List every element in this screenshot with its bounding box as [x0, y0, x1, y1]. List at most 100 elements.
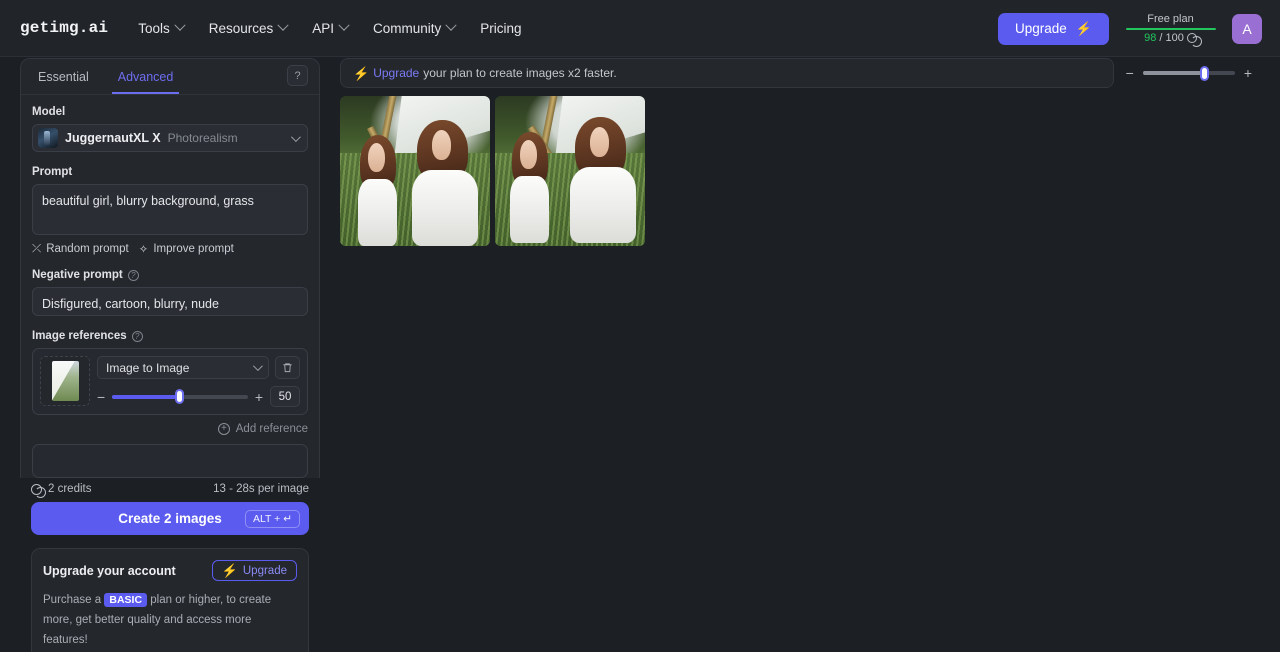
credits-row: 2 credits 13 - 28s per image	[31, 478, 309, 500]
sidebar-footer: 2 credits 13 - 28s per image Create 2 im…	[20, 478, 320, 652]
strength-increase-button[interactable]: +	[255, 389, 263, 405]
random-prompt-button[interactable]: ⤫ Random prompt	[32, 242, 129, 256]
upgrade-card-title: Upgrade your account	[43, 563, 176, 578]
create-images-label: Create 2 images	[118, 511, 222, 526]
strength-decrease-button[interactable]: −	[97, 389, 105, 405]
slider-fill	[1142, 71, 1206, 75]
strength-slider[interactable]	[112, 389, 248, 404]
figure-dress	[358, 179, 398, 246]
negative-prompt-label-text: Negative prompt	[32, 269, 123, 281]
help-icon[interactable]: ?	[287, 65, 308, 86]
model-label-text: Model	[32, 106, 66, 118]
credits-total: / 100	[1159, 32, 1184, 45]
nav-label: Resources	[208, 20, 274, 36]
reference-mode-select[interactable]: Image to Image	[97, 356, 269, 379]
image-figure-right	[564, 117, 642, 243]
strength-value-input[interactable]: 50	[270, 386, 300, 407]
header-right-cluster: Upgrade ⚡ Free plan 98 / 100 A	[998, 0, 1262, 57]
banner-upgrade-link[interactable]: ⚡ Upgrade	[353, 66, 419, 80]
plus-circle-icon: +	[217, 423, 230, 435]
trash-icon[interactable]	[275, 356, 300, 379]
nav-item-tools[interactable]: Tools	[138, 19, 186, 36]
nav-item-community[interactable]: Community	[373, 19, 457, 36]
sidebar-tabs: Essential Advanced ?	[21, 59, 319, 95]
nav-label: Tools	[138, 20, 170, 36]
avatar[interactable]: A	[1232, 13, 1262, 44]
nav-item-api[interactable]: API	[312, 19, 350, 36]
negative-prompt-label: Negative prompt ?	[32, 269, 308, 281]
chevron-down-icon	[174, 19, 186, 31]
logo[interactable]: getimg.ai	[20, 19, 108, 37]
shuffle-icon: ⤫	[32, 242, 42, 255]
negative-prompt-input[interactable]: Disfigured, cartoon, blurry, nude	[32, 287, 308, 316]
zoom-out-button[interactable]: −	[1126, 65, 1134, 81]
sparkles-icon: ✧	[138, 244, 149, 256]
figure-dress	[412, 170, 478, 246]
header-upgrade-label: Upgrade	[1015, 21, 1067, 36]
reference-thumbnail[interactable]	[40, 356, 90, 406]
image-references-label: Image references ?	[32, 330, 308, 342]
image-figure-right	[406, 120, 484, 246]
avatar-initial: A	[1242, 20, 1252, 37]
add-reference-label: Add reference	[235, 423, 308, 435]
upgrade-banner[interactable]: ⚡ Upgrade your plan to create images x2 …	[340, 58, 1114, 88]
bolt-icon: ⚡	[1075, 21, 1092, 36]
time-estimate-label: 13 - 28s per image	[213, 483, 309, 495]
plan-label: Free plan	[1147, 12, 1194, 25]
banner-upgrade-label: Upgrade	[373, 66, 420, 80]
random-prompt-label: Random prompt	[46, 243, 129, 255]
upgrade-account-card: Upgrade your account ⚡ Upgrade Purchase …	[31, 548, 309, 652]
main-nav-items: Tools Resources API Community Pricing	[138, 19, 522, 36]
partially-hidden-settings-card[interactable]	[32, 444, 308, 478]
reference-controls: Image to Image − + 50	[97, 356, 300, 407]
reference-image-preview	[51, 361, 79, 401]
credits-cost-label: 2 credits	[48, 483, 92, 495]
add-reference-button[interactable]: + Add reference	[217, 423, 308, 435]
nav-label: Community	[373, 20, 442, 36]
upgrade-card-button[interactable]: ⚡ Upgrade	[211, 560, 297, 581]
prompt-label-text: Prompt	[32, 166, 73, 178]
create-images-button[interactable]: Create 2 images ALT + ↵	[31, 502, 309, 535]
reference-top-row: Image to Image	[97, 356, 300, 379]
credits-used: 98	[1144, 32, 1157, 45]
coin-icon	[1186, 33, 1202, 48]
slider-handle[interactable]	[1200, 65, 1210, 81]
header-upgrade-button[interactable]: Upgrade ⚡	[998, 12, 1109, 45]
keyboard-shortcut-badge: ALT + ↵	[244, 509, 300, 528]
chevron-down-icon	[252, 361, 263, 372]
figure-dress	[510, 176, 550, 243]
nav-item-pricing[interactable]: Pricing	[480, 21, 521, 36]
zoom-slider[interactable]	[1142, 65, 1235, 81]
bolt-icon: ⚡	[221, 563, 238, 578]
image-figure-left	[504, 132, 567, 243]
model-label: Model	[32, 106, 308, 118]
model-select[interactable]: JuggernautXL X Photorealism	[32, 124, 308, 152]
generated-image-2[interactable]	[495, 96, 645, 246]
figure-face	[589, 127, 610, 158]
plan-credits-widget[interactable]: Free plan 98 / 100	[1123, 12, 1218, 48]
model-name: JuggernautXL X	[65, 131, 161, 145]
figure-face	[520, 139, 538, 169]
zoom-in-button[interactable]: +	[1244, 65, 1252, 81]
image-references-label-text: Image references	[32, 330, 127, 342]
prompt-input[interactable]: beautiful girl, blurry background, grass	[32, 184, 308, 235]
logo-text: getimg.ai	[20, 19, 109, 37]
generated-images-gallery	[340, 96, 1280, 246]
chevron-down-icon	[290, 131, 301, 142]
add-reference-row: + Add reference	[32, 423, 308, 435]
info-icon[interactable]: ?	[127, 269, 139, 281]
figure-face	[368, 142, 386, 172]
chevron-down-icon	[338, 19, 350, 31]
tab-advanced[interactable]: Advanced	[111, 61, 180, 94]
improve-prompt-button[interactable]: ✧ Improve prompt	[139, 242, 234, 256]
bolt-icon: ⚡	[353, 65, 370, 81]
chevron-down-icon	[277, 19, 289, 31]
slider-handle[interactable]	[175, 389, 184, 404]
model-subtitle: Photorealism	[167, 131, 238, 145]
generated-image-1[interactable]	[340, 96, 490, 246]
info-icon[interactable]: ?	[131, 330, 143, 342]
upgrade-card-body: Purchase a BASIC plan or higher, to crea…	[43, 590, 297, 650]
tab-essential[interactable]: Essential	[32, 61, 95, 93]
nav-item-resources[interactable]: Resources	[208, 19, 289, 36]
prompt-actions: ⤫ Random prompt ✧ Improve prompt	[32, 242, 308, 257]
